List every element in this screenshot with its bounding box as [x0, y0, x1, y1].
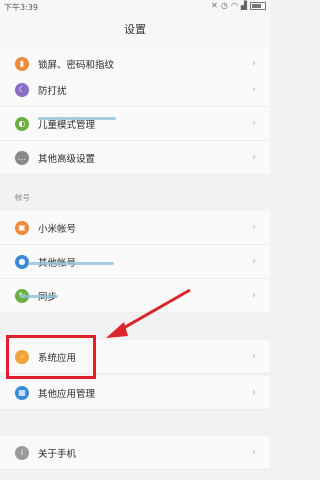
- person-icon: ●: [15, 254, 29, 269]
- wifi-icon: ◠: [230, 1, 238, 10]
- chevron-right-icon: ›: [252, 387, 256, 398]
- status-bar: 下午3:39 ✕ ◷ ◠ ▟: [0, 0, 270, 13]
- scribble-mark: [28, 262, 114, 265]
- settings-row-about[interactable]: i 关于手机 ›: [0, 436, 270, 470]
- chevron-right-icon: ›: [252, 84, 256, 95]
- row-label: 其他高级设置: [38, 153, 96, 165]
- row-label: 其他应用管理: [38, 388, 96, 400]
- battery-icon: [250, 2, 266, 10]
- alarm-icon: ◷: [220, 1, 228, 10]
- chevron-right-icon: ›: [252, 351, 256, 362]
- section-label-account: 帐号: [15, 193, 30, 202]
- moon-icon: ☾: [15, 82, 29, 97]
- settings-row-dnd[interactable]: ☾ 防打扰 ›: [0, 73, 270, 107]
- chevron-right-icon: ›: [252, 447, 256, 458]
- settings-row-kids[interactable]: ◐ 儿童模式管理 ›: [0, 107, 270, 141]
- row-label: 小米帐号: [38, 223, 77, 235]
- chevron-right-icon: ›: [252, 118, 256, 129]
- settings-row-advanced[interactable]: … 其他高级设置 ›: [0, 141, 270, 175]
- row-label: 防打扰: [38, 85, 67, 97]
- highlight-box: [6, 335, 96, 379]
- row-label: 锁屏、密码和指纹: [38, 59, 115, 71]
- more-icon: …: [15, 150, 29, 165]
- settings-row-mi-account[interactable]: ▣ 小米帐号 ›: [0, 211, 270, 245]
- chevron-right-icon: ›: [252, 290, 256, 301]
- info-icon: i: [15, 445, 29, 460]
- shield-icon: ◐: [15, 116, 29, 131]
- page-title: 设置: [0, 13, 270, 48]
- scribble-mark: [20, 295, 58, 298]
- chevron-right-icon: ›: [252, 222, 256, 233]
- lock-icon: ▮: [15, 56, 29, 71]
- status-time: 下午3:39: [4, 3, 38, 12]
- status-icons: ✕ ◷ ◠ ▟: [211, 1, 266, 11]
- row-label: 同步: [38, 289, 248, 303]
- row-label: 关于手机: [38, 448, 77, 460]
- chevron-right-icon: ›: [252, 152, 256, 163]
- settings-row-other-apps[interactable]: ▦ 其他应用管理 ›: [0, 376, 270, 410]
- mute-icon: ✕: [211, 1, 218, 10]
- signal-icon: ▟: [240, 1, 247, 10]
- apps-manage-icon: ▦: [15, 385, 29, 400]
- scribble-mark: [38, 117, 116, 120]
- chevron-right-icon: ›: [252, 58, 256, 69]
- mi-account-icon: ▣: [15, 220, 29, 235]
- arrow-head: [106, 322, 128, 338]
- chevron-right-icon: ›: [252, 256, 256, 267]
